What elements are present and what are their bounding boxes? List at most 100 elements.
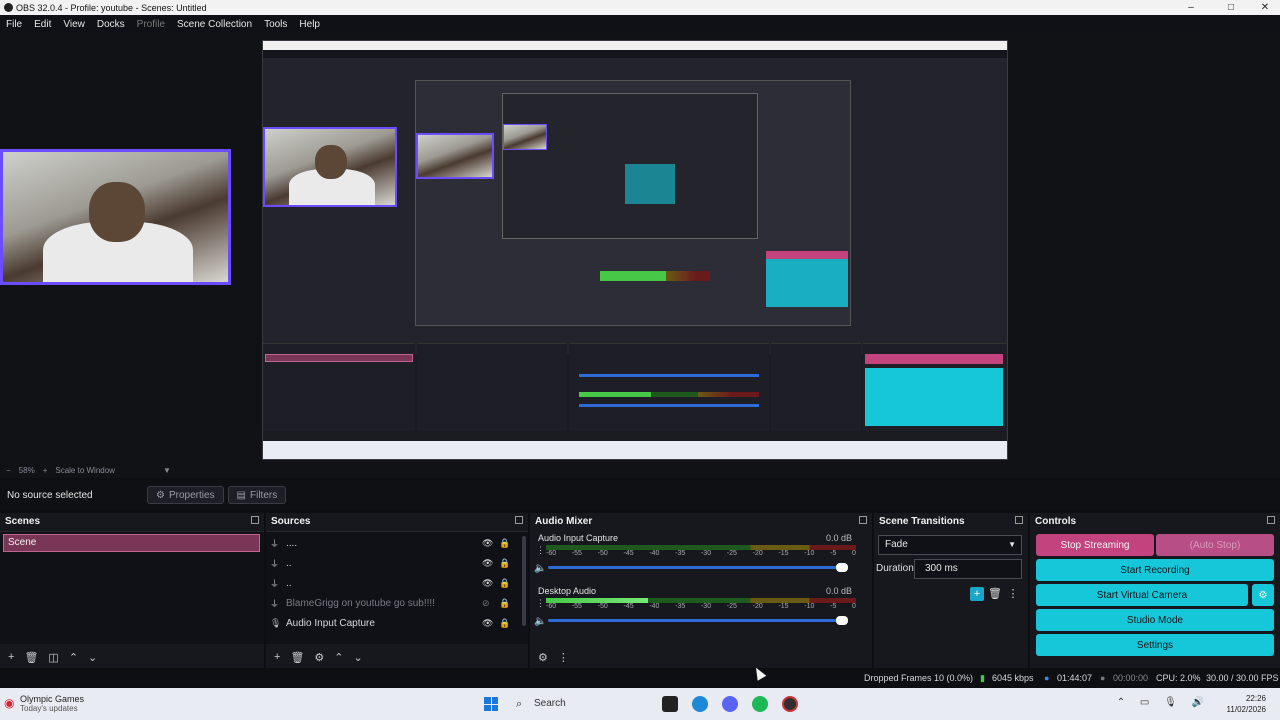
trash-icon[interactable]: 🗑: [290, 651, 304, 664]
undock-icon[interactable]: [515, 516, 523, 524]
add-source-button[interactable]: +: [274, 651, 280, 663]
windows-start-icon[interactable]: [484, 697, 498, 711]
lock-icon[interactable]: 🔒: [499, 578, 510, 589]
menu-docks[interactable]: Docks: [91, 19, 131, 30]
stream-status-icon: ●: [1044, 673, 1050, 683]
eye-hidden-icon[interactable]: ⊘: [482, 598, 490, 609]
speaker-icon[interactable]: 🔈: [534, 616, 546, 627]
source-label: BlameGrigg on youtube go sub!!!!: [286, 597, 435, 609]
trash-icon[interactable]: 🗑: [988, 587, 1002, 601]
undock-icon[interactable]: [251, 516, 259, 524]
close-button[interactable]: ✕: [1250, 0, 1280, 15]
discord-app-icon[interactable]: [722, 696, 738, 712]
mixer-toolbar: ⚙ ⋮: [530, 646, 872, 668]
duration-value: 300 ms: [925, 563, 958, 574]
menu-file[interactable]: File: [0, 19, 28, 30]
obs-app-icon[interactable]: [782, 696, 798, 712]
channel-menu-icon[interactable]: ⋮: [536, 598, 545, 609]
source-row[interactable]: ⏚ .. 👁 🔒: [270, 554, 510, 572]
clock-time: 22:26: [1245, 694, 1266, 703]
filter-icon: ▤: [236, 489, 246, 501]
menu-profile[interactable]: Profile: [131, 19, 171, 30]
menu-scene-collection[interactable]: Scene Collection: [171, 19, 258, 30]
eye-icon[interactable]: 👁: [482, 538, 493, 549]
channel-menu-icon[interactable]: ⋮: [536, 545, 545, 556]
undock-icon[interactable]: [1267, 516, 1275, 524]
filters-button[interactable]: ▤ Filters: [227, 486, 287, 504]
maximize-button[interactable]: □: [1216, 0, 1246, 15]
studio-mode-button[interactable]: Studio Mode: [1036, 609, 1274, 631]
zoom-in-button[interactable]: +: [43, 466, 48, 475]
move-up-icon[interactable]: ⌃: [69, 651, 78, 664]
volume-slider[interactable]: [548, 563, 848, 572]
volume-slider-knob[interactable]: [836, 563, 848, 572]
move-up-icon[interactable]: ⌃: [334, 651, 343, 664]
terminal-app-icon[interactable]: [662, 696, 678, 712]
taskbar-clock[interactable]: 22:26 11/02/2026: [1227, 693, 1266, 715]
edge-app-icon[interactable]: [692, 696, 708, 712]
gear-icon[interactable]: ⚙: [314, 651, 324, 664]
start-virtual-camera-button[interactable]: Start Virtual Camera: [1036, 584, 1248, 606]
eye-icon[interactable]: 👁: [482, 578, 493, 589]
scene-filters-icon[interactable]: ◫: [48, 651, 58, 664]
menu-tools[interactable]: Tools: [258, 19, 293, 30]
scene-item[interactable]: Scene: [3, 534, 260, 552]
minimize-button[interactable]: –: [1176, 0, 1206, 15]
add-transition-button[interactable]: +: [970, 587, 984, 601]
source-row[interactable]: ⏚ BlameGrigg on youtube go sub!!!! ⊘ 🔒: [270, 594, 510, 612]
undock-icon[interactable]: [1015, 516, 1023, 524]
news-widget[interactable]: Olympic Games Today's updates: [20, 694, 84, 714]
transitions-body: Fade ▼ Duration 300 ms + 🗑 ⋮: [874, 531, 1028, 668]
move-down-icon[interactable]: ⌄: [88, 651, 97, 664]
lock-icon[interactable]: 🔒: [499, 538, 510, 549]
duration-spinbox[interactable]: 300 ms: [914, 559, 1022, 579]
transition-select[interactable]: Fade ▼: [878, 535, 1022, 555]
lock-icon[interactable]: 🔒: [499, 618, 510, 629]
search-icon: ⌕: [516, 698, 523, 710]
nested-meter-2: [600, 271, 710, 281]
webcam-source[interactable]: [0, 149, 231, 285]
scenes-toolbar: + 🗑 ◫ ⌃ ⌄: [0, 646, 264, 668]
source-row[interactable]: ⏚ .... 👁 🔒: [270, 534, 510, 552]
search-label: Search: [534, 698, 566, 709]
auto-stop-button[interactable]: (Auto Stop): [1156, 534, 1274, 556]
trash-icon[interactable]: 🗑: [24, 651, 38, 664]
start-recording-button[interactable]: Start Recording: [1036, 559, 1274, 581]
scenes-dock: Scenes Scene + 🗑 ◫ ⌃ ⌄: [0, 513, 264, 668]
nested-transitions-dock: [771, 343, 861, 431]
virtual-camera-settings-button[interactable]: ⚙: [1252, 584, 1274, 606]
menu-edit[interactable]: Edit: [28, 19, 57, 30]
sources-scrollbar[interactable]: [522, 536, 526, 626]
menu-help[interactable]: Help: [293, 19, 326, 30]
source-row[interactable]: ⏚ .. 👁 🔒: [270, 574, 510, 592]
settings-button[interactable]: Settings: [1036, 634, 1274, 656]
volume-slider[interactable]: [548, 616, 848, 625]
system-tray-icons[interactable]: ⌃ ▭ 🎙 🔊: [1117, 697, 1210, 708]
move-down-icon[interactable]: ⌄: [354, 651, 363, 664]
display-capture-source[interactable]: [262, 40, 1008, 460]
taskbar-search[interactable]: ⌕ Search: [512, 694, 660, 714]
news-title: Olympic Games: [20, 694, 85, 704]
properties-button[interactable]: ⚙ Properties: [147, 486, 224, 504]
eye-icon[interactable]: 👁: [482, 558, 493, 569]
lock-icon[interactable]: 🔒: [499, 558, 510, 569]
undock-icon[interactable]: [859, 516, 867, 524]
scale-mode[interactable]: Scale to Window: [55, 466, 115, 475]
eye-icon[interactable]: 👁: [482, 618, 493, 629]
add-scene-button[interactable]: +: [8, 651, 14, 663]
scale-dropdown-icon[interactable]: ▼: [163, 466, 171, 475]
menu-view[interactable]: View: [57, 19, 91, 30]
advanced-audio-icon[interactable]: ⚙: [538, 651, 548, 664]
zoom-out-button[interactable]: −: [6, 466, 11, 475]
source-row[interactable]: 🎙 Audio Input Capture 👁 🔒: [270, 614, 510, 632]
stop-streaming-button[interactable]: Stop Streaming: [1036, 534, 1154, 556]
mixer-menu-icon[interactable]: ⋮: [558, 651, 569, 664]
news-widget-icon[interactable]: ◉: [4, 696, 14, 710]
speaker-icon[interactable]: 🔈: [534, 563, 546, 574]
mixer-channel: Desktop Audio 0.0 dB ⋮ -60 -55 -50 -45 -40 -3…: [532, 586, 858, 634]
gear-icon: ⚙: [1258, 589, 1268, 601]
volume-slider-knob[interactable]: [836, 616, 848, 625]
lock-icon[interactable]: 🔒: [499, 598, 510, 609]
transition-menu-icon[interactable]: ⋮: [1006, 587, 1020, 601]
spotify-app-icon[interactable]: [752, 696, 768, 712]
